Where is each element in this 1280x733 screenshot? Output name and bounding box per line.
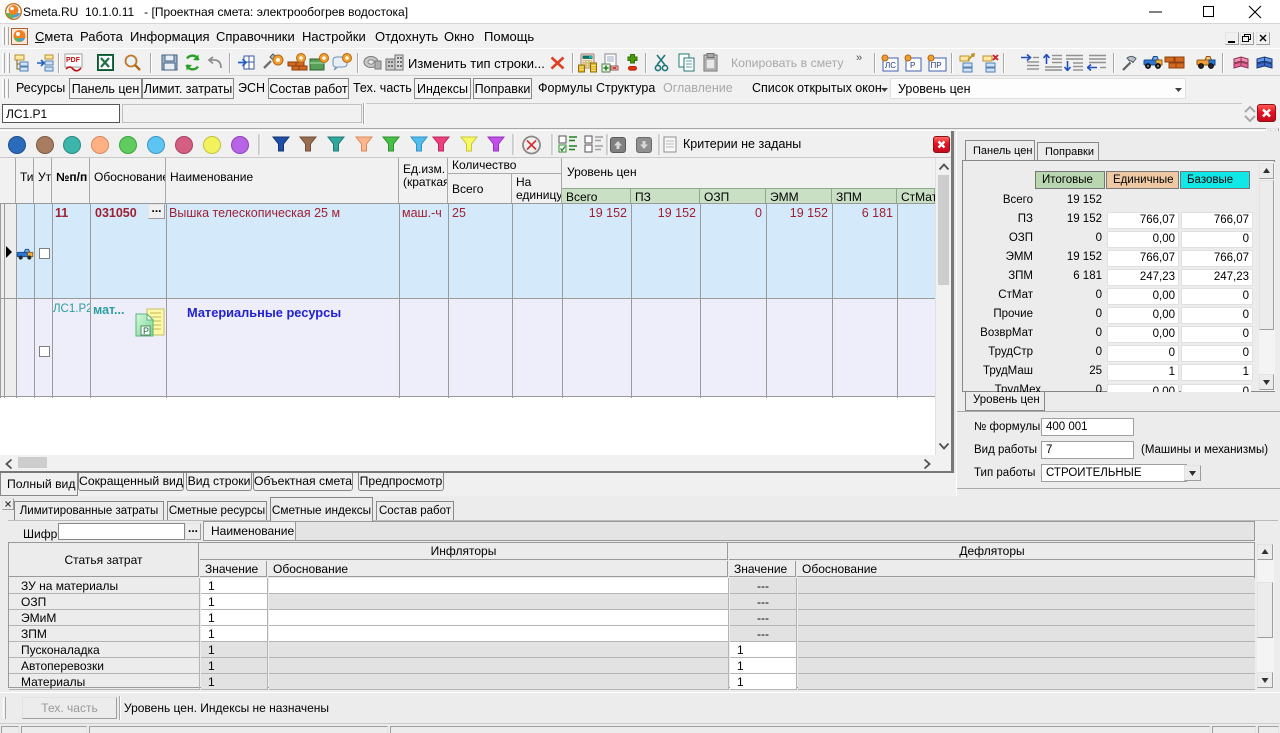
svg-text:P: P — [143, 326, 149, 336]
svg-text:PDF: PDF — [66, 57, 81, 64]
svg-text:ПР: ПР — [931, 61, 942, 70]
svg-text:Р: Р — [910, 61, 915, 70]
svg-text:ЛС: ЛС — [885, 61, 896, 70]
